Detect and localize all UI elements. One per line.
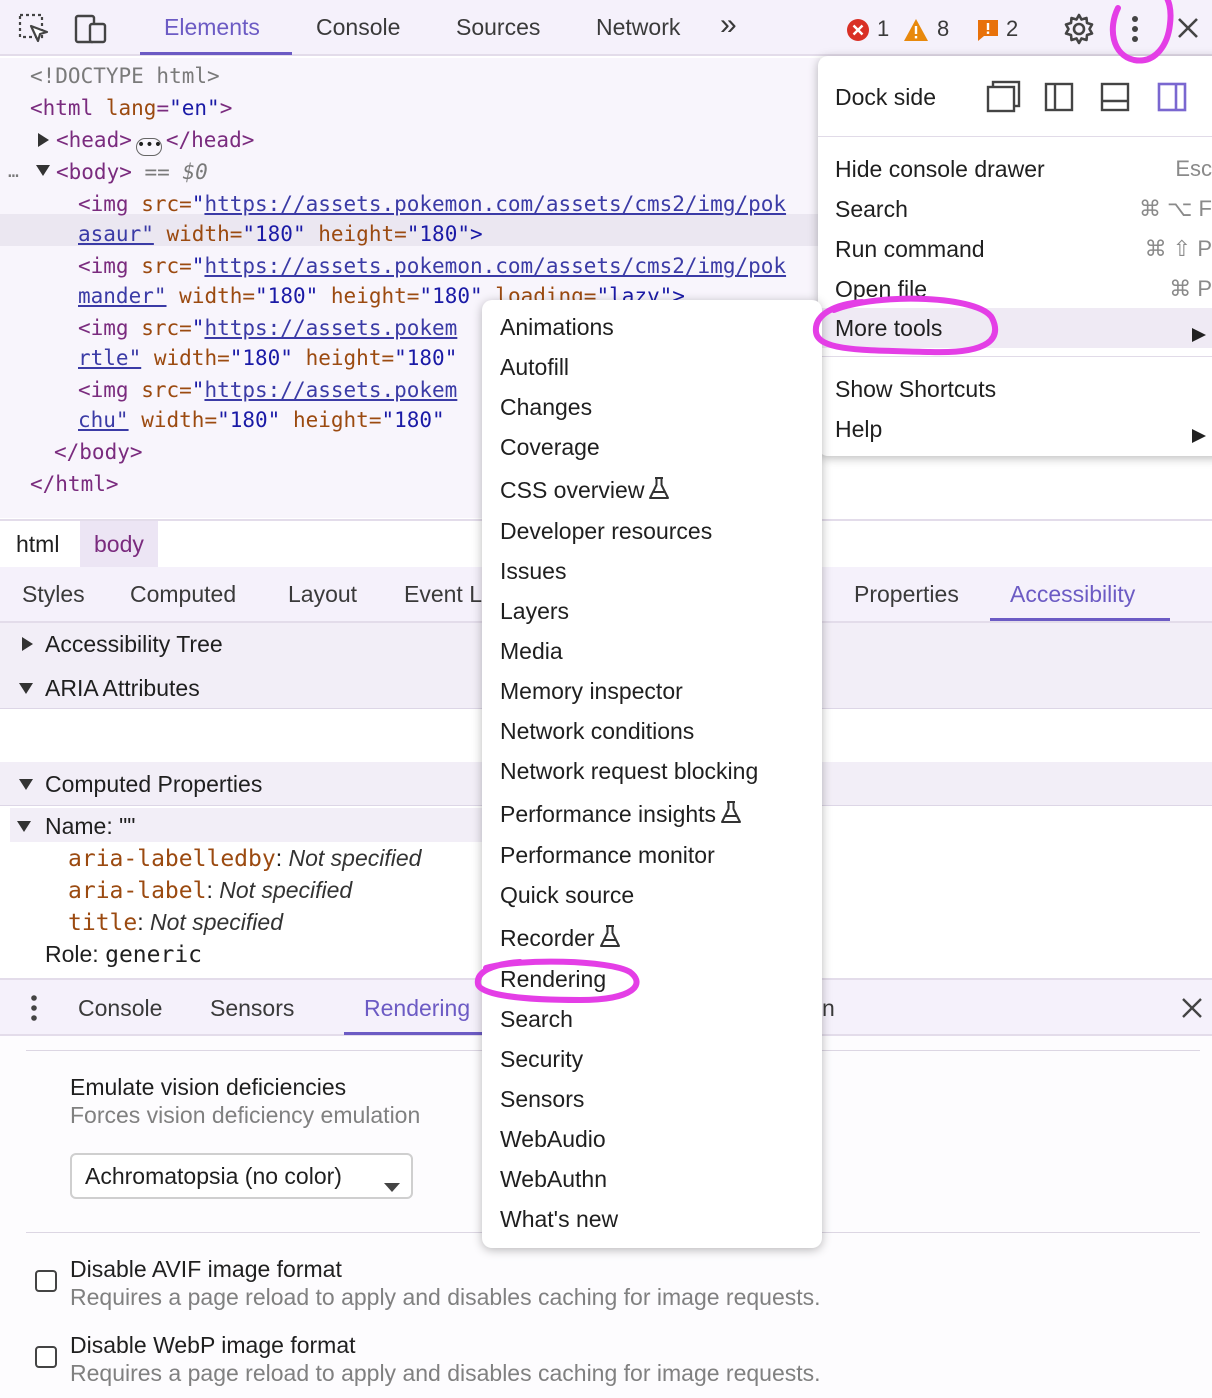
kebab-highlight-circle — [1109, 0, 1174, 64]
rendering-highlight-circle — [474, 958, 640, 1004]
highlight-annotations — [474, 0, 1174, 1004]
more-tools-highlight-circle — [812, 295, 999, 356]
